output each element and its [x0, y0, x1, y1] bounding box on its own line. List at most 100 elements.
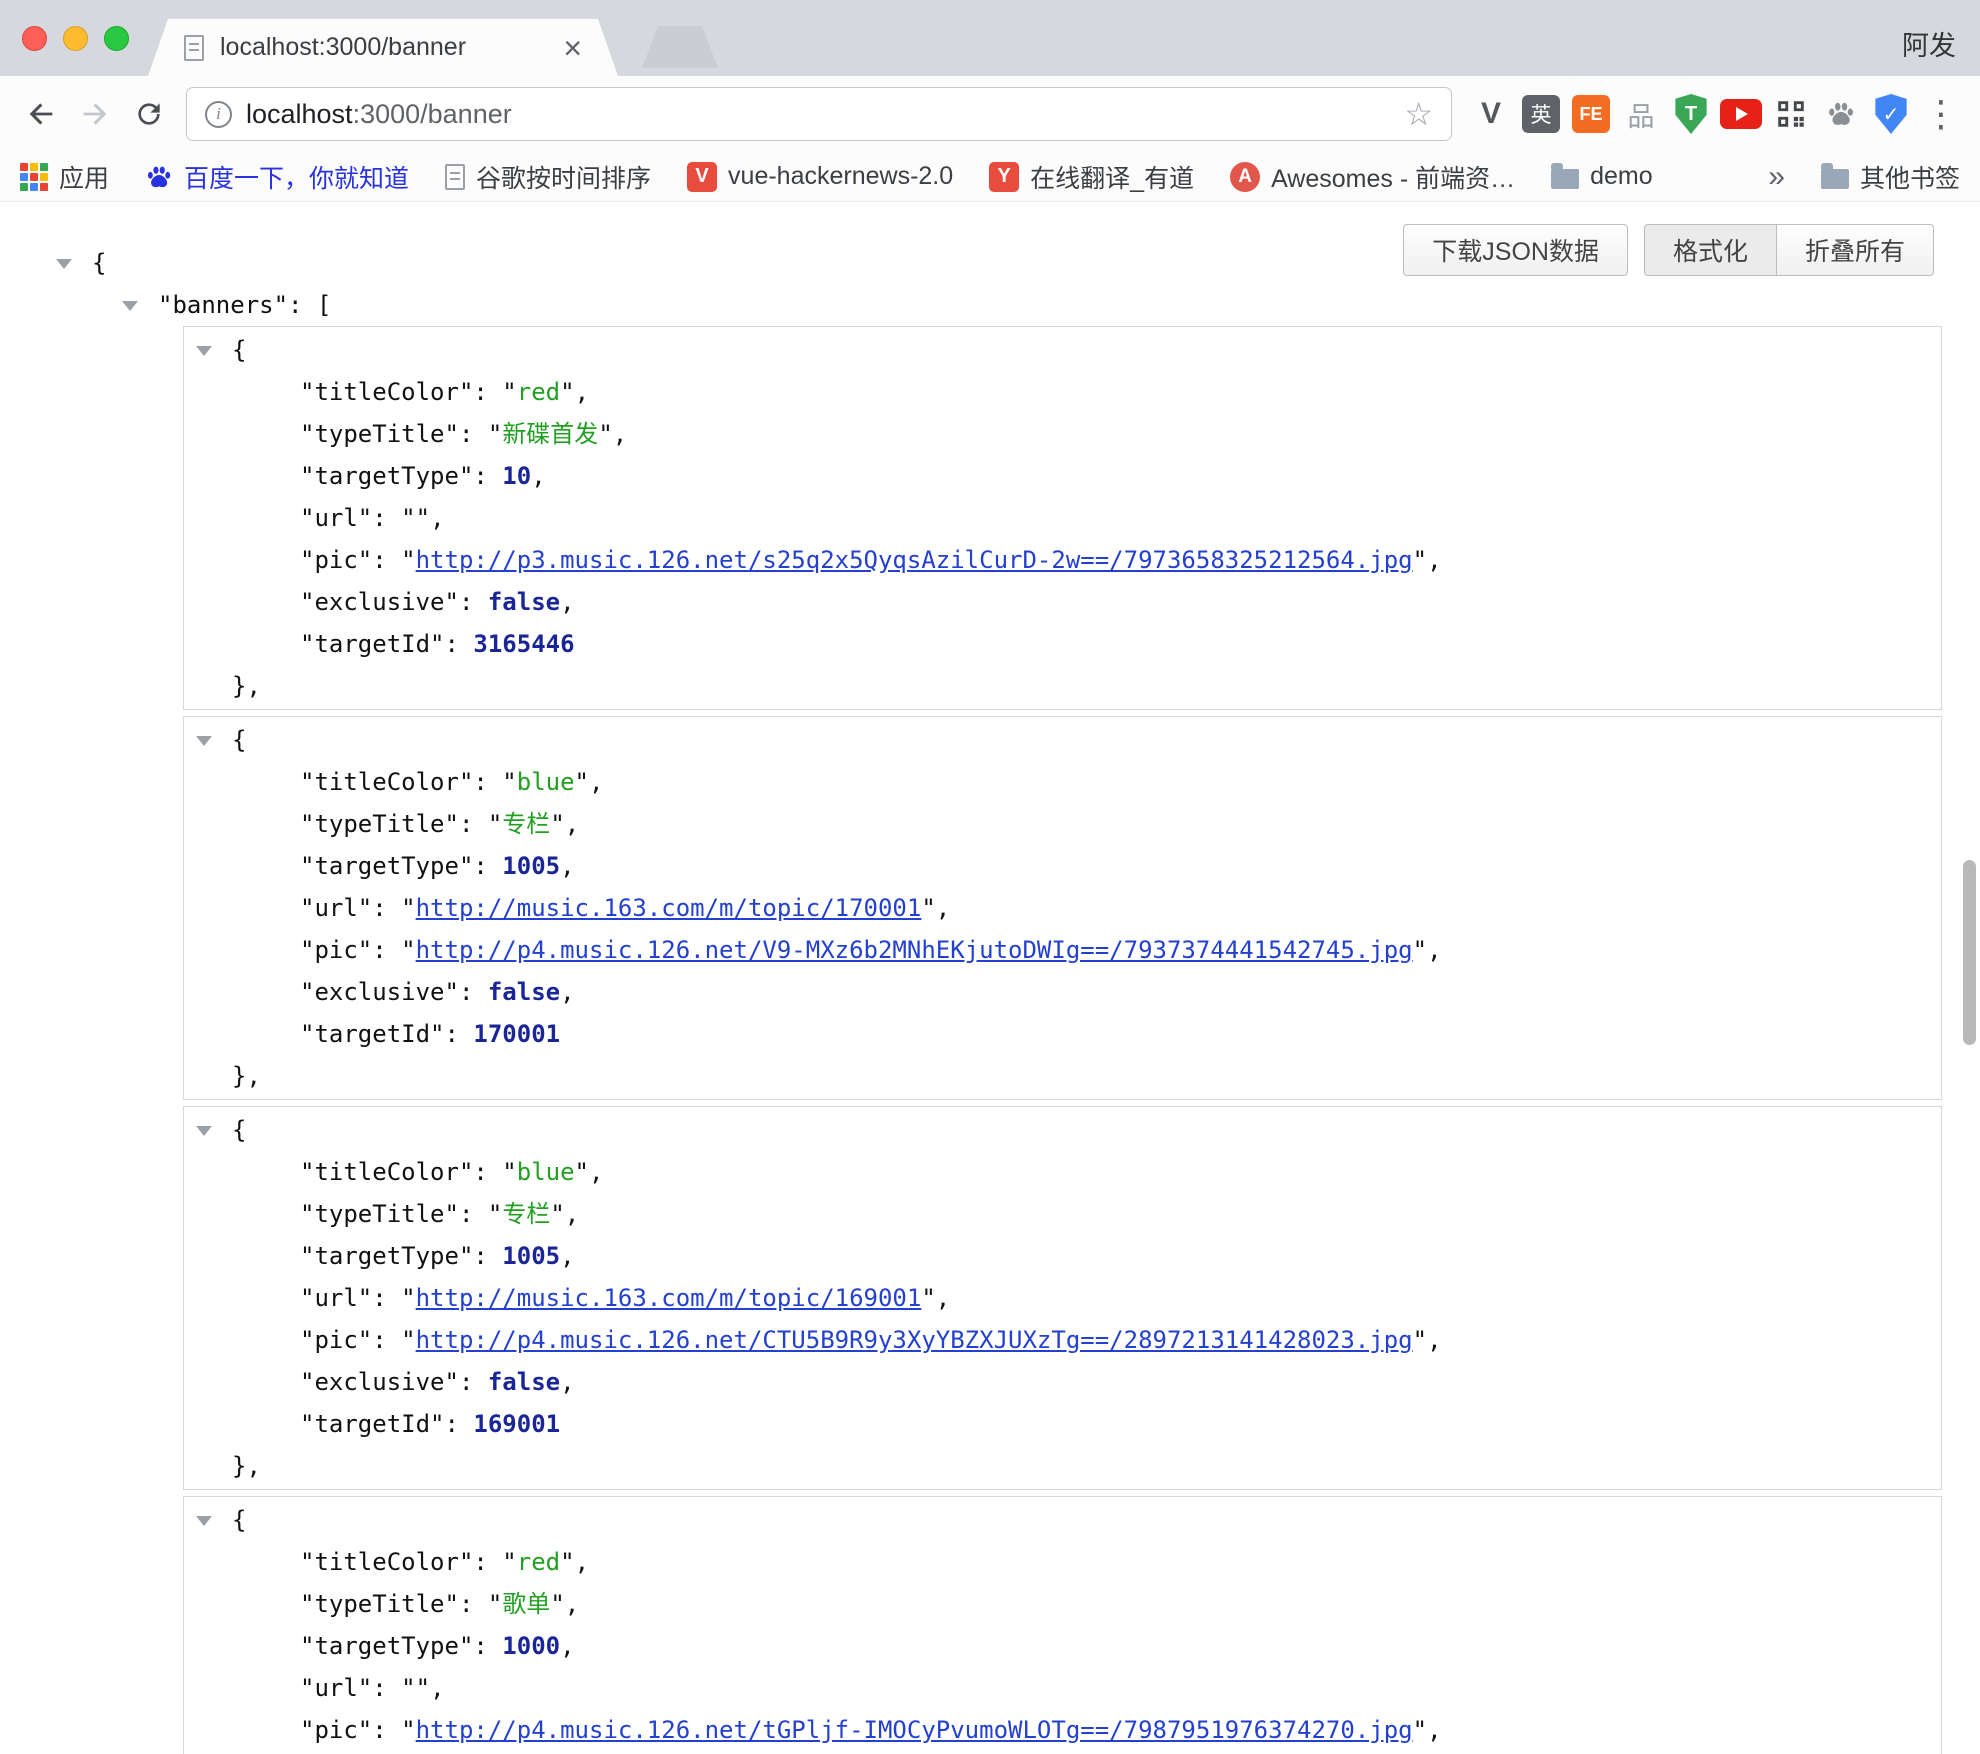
page-info-icon[interactable]: i: [205, 101, 232, 128]
back-arrow-icon: [24, 97, 58, 131]
extension-youtube-icon[interactable]: [1716, 89, 1766, 139]
collapse-triangle-icon[interactable]: [56, 259, 72, 269]
bookmark-awesomes[interactable]: A Awesomes - 前端资…: [1230, 159, 1515, 195]
json-punct: :: [459, 1368, 488, 1396]
json-link[interactable]: http://music.163.com/m/topic/170001: [416, 894, 922, 922]
collapse-triangle-icon[interactable]: [196, 1126, 212, 1136]
extension-sitemap-icon[interactable]: 品: [1616, 89, 1666, 139]
bookmark-apps[interactable]: 应用: [20, 159, 109, 195]
profile-name[interactable]: 阿发: [1902, 24, 1956, 63]
json-value-string: blue: [517, 768, 575, 796]
extension-antivirus-shield-icon[interactable]: T: [1666, 89, 1716, 139]
paw-glyph: [1826, 99, 1856, 129]
scrollbar-thumb[interactable]: [1963, 860, 1976, 1045]
bookmark-star-icon[interactable]: ☆: [1404, 98, 1433, 130]
url-text: localhost:3000/banner: [246, 99, 512, 130]
json-value-number: 3165446: [473, 630, 574, 658]
bookmarks-overflow-chevron[interactable]: »: [1768, 160, 1785, 194]
json-punct: ,: [430, 504, 444, 532]
download-json-button[interactable]: 下载JSON数据: [1403, 224, 1628, 276]
json-punct: ": [502, 378, 516, 406]
vimium-v-glyph: V: [1481, 97, 1501, 131]
json-punct: ": [401, 1326, 415, 1354]
awesomes-icon: A: [1230, 162, 1260, 192]
folder-icon: [1821, 169, 1849, 189]
json-key: "pic": [300, 1326, 372, 1354]
json-punct: :: [459, 420, 488, 448]
bookmark-youdao-translate[interactable]: Y 在线翻译_有道: [989, 159, 1194, 195]
json-punct: :: [445, 630, 474, 658]
json-punct: :: [473, 1632, 502, 1660]
extension-qrcode-icon[interactable]: [1766, 89, 1816, 139]
json-key: "titleColor": [300, 378, 473, 406]
menu-dots-icon: ⋮: [1923, 96, 1959, 132]
extension-vimium-icon[interactable]: V: [1466, 89, 1516, 139]
json-value-empty-string: "": [401, 504, 430, 532]
collapse-triangle-icon[interactable]: [196, 736, 212, 746]
json-tree: { "banners": [ {"titleColor": "red","typeT…: [0, 242, 1980, 1754]
json-punct: ,: [1427, 1716, 1441, 1744]
json-punct: ": [598, 420, 612, 448]
reload-button[interactable]: [122, 87, 176, 141]
format-button[interactable]: 格式化: [1644, 224, 1777, 276]
json-punct: :: [372, 894, 401, 922]
json-punct: :: [372, 1674, 401, 1702]
json-key: "titleColor": [300, 1158, 473, 1186]
json-line: {: [184, 1109, 1941, 1151]
json-link[interactable]: http://music.163.com/m/topic/169001: [416, 1284, 922, 1312]
browser-window: localhost:3000/banner × 阿发 i localhost:3…: [0, 0, 1980, 1754]
json-link[interactable]: http://p4.music.126.net/CTU5B9R9y3XyYBZX…: [416, 1326, 1413, 1354]
json-punct: :: [459, 1590, 488, 1618]
bookmark-demo-folder[interactable]: demo: [1551, 162, 1653, 191]
forward-button[interactable]: [68, 87, 122, 141]
extension-translate-icon[interactable]: 英: [1516, 89, 1566, 139]
extension-paw-icon[interactable]: [1816, 89, 1866, 139]
json-key: "exclusive": [300, 1368, 459, 1396]
json-punct: ,: [560, 1368, 574, 1396]
json-link[interactable]: http://p4.music.126.net/V9-MXz6b2MNhEKju…: [416, 936, 1413, 964]
bookmark-baidu[interactable]: 百度一下，你就知道: [145, 159, 409, 195]
json-value-string: 新碟首发: [502, 420, 598, 448]
close-window-button[interactable]: [22, 26, 47, 51]
json-link[interactable]: http://p4.music.126.net/tGPljf-IMOCyPvum…: [416, 1716, 1413, 1744]
bookmark-vue-hackernews[interactable]: V vue-hackernews-2.0: [687, 162, 953, 192]
json-line: {: [184, 719, 1941, 761]
json-punct: ,: [565, 810, 579, 838]
youdao-icon: Y: [989, 162, 1019, 192]
back-button[interactable]: [14, 87, 68, 141]
address-bar[interactable]: i localhost:3000/banner ☆: [186, 87, 1452, 141]
json-punct: ,: [936, 894, 950, 922]
json-punct: ": [401, 546, 415, 574]
json-line: "banners": [: [0, 284, 1980, 326]
tab-close-icon[interactable]: ×: [563, 32, 582, 64]
collapse-triangle-icon[interactable]: [196, 1516, 212, 1526]
bookmark-other-bookmarks[interactable]: 其他书签: [1821, 159, 1960, 195]
json-link[interactable]: http://p3.music.126.net/s25q2x5QyqsAzilC…: [416, 546, 1413, 574]
minimize-window-button[interactable]: [63, 26, 88, 51]
browser-tab[interactable]: localhost:3000/banner ×: [148, 19, 618, 76]
json-punct: ": [921, 1284, 935, 1312]
extension-security-shield-icon[interactable]: ✓: [1866, 89, 1916, 139]
collapse-all-button[interactable]: 折叠所有: [1777, 224, 1934, 276]
bookmarks-bar: 应用 百度一下，你就知道 谷歌按时间排序 V vue-hackernews-2.…: [0, 152, 1980, 202]
json-punct: ": [488, 420, 502, 448]
forward-arrow-icon: [78, 97, 112, 131]
browser-menu-button[interactable]: ⋮: [1916, 89, 1966, 139]
json-line: "pic": "http://p4.music.126.net/tGPljf-I…: [184, 1709, 1941, 1751]
json-punct: {: [232, 336, 246, 364]
bookmark-label: demo: [1590, 162, 1653, 191]
collapse-triangle-icon[interactable]: [196, 346, 212, 356]
json-punct: ,: [560, 588, 574, 616]
json-punct: :: [473, 378, 502, 406]
json-line: "titleColor": "blue",: [184, 761, 1941, 803]
json-line: {: [184, 1499, 1941, 1541]
zoom-window-button[interactable]: [104, 26, 129, 51]
bookmark-google-sort[interactable]: 谷歌按时间排序: [445, 159, 651, 195]
json-object-box: {"titleColor": "red","typeTitle": "歌单","…: [183, 1496, 1942, 1754]
extension-fehelper-icon[interactable]: FE: [1566, 89, 1616, 139]
json-key: "typeTitle": [300, 420, 459, 448]
json-punct: ,: [565, 1200, 579, 1228]
json-value-number: 1005: [502, 852, 560, 880]
new-tab-button[interactable]: [642, 26, 718, 68]
collapse-triangle-icon[interactable]: [122, 301, 138, 311]
